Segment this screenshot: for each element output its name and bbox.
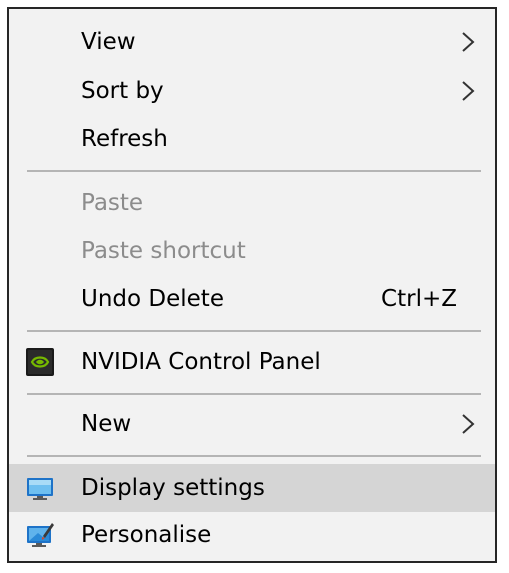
menu-separator [27, 455, 481, 457]
menu-item-label: Display settings [81, 475, 265, 501]
display-icon [27, 478, 53, 500]
menu-item-label: Paste [81, 190, 144, 216]
menu-item-sort-by[interactable]: Sort by [9, 68, 495, 114]
menu-item-label: Paste shortcut [81, 238, 246, 264]
shortcut-text: Ctrl+Z [381, 286, 457, 312]
menu-item-label: View [81, 29, 136, 55]
menu-item-personalise[interactable]: Personalise [9, 512, 495, 558]
menu-item-paste: Paste [9, 180, 495, 226]
menu-item-refresh[interactable]: Refresh [9, 116, 495, 162]
menu-separator [27, 170, 481, 172]
menu-item-label: Personalise [81, 522, 212, 548]
menu-item-paste-shortcut: Paste shortcut [9, 228, 495, 274]
personalise-icon [27, 523, 54, 547]
chevron-right-icon [462, 414, 475, 434]
nvidia-icon [26, 348, 54, 376]
menu-item-display-settings[interactable]: Display settings [9, 464, 495, 512]
menu-item-label: NVIDIA Control Panel [81, 349, 321, 375]
menu-item-label: Undo Delete [81, 286, 224, 312]
menu-separator [27, 330, 481, 332]
chevron-right-icon [462, 32, 475, 52]
chevron-right-icon [462, 81, 475, 101]
menu-item-undo-delete[interactable]: Undo Delete Ctrl+Z [9, 276, 495, 322]
menu-item-view[interactable]: View [9, 19, 495, 65]
menu-separator [27, 393, 481, 395]
menu-item-nvidia-control-panel[interactable]: NVIDIA Control Panel [9, 339, 495, 385]
menu-item-label: Sort by [81, 78, 164, 104]
menu-item-label: Refresh [81, 126, 168, 152]
menu-item-new[interactable]: New [9, 401, 495, 447]
menu-item-label: New [81, 411, 132, 437]
desktop-context-menu: View Sort by Refresh Paste Paste shortcu… [7, 7, 497, 563]
